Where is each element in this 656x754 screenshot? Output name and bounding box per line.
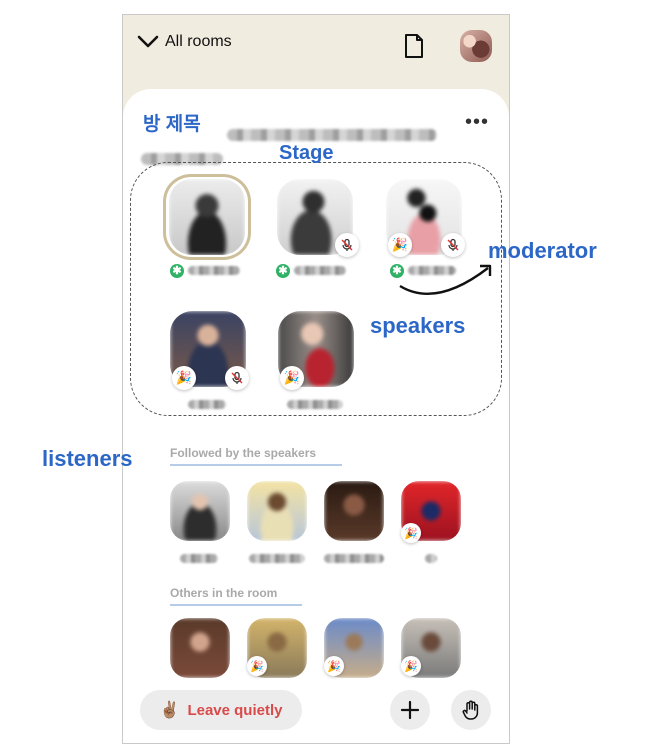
new-user-party-badge: 🎉	[401, 656, 421, 676]
more-options-icon[interactable]: •••	[465, 112, 489, 132]
mic-off-icon	[231, 371, 243, 384]
new-user-party-badge: 🎉	[324, 656, 344, 676]
listener-name-blurred	[324, 554, 384, 563]
speaker-name-blurred	[294, 266, 346, 275]
chevron-down-icon	[137, 35, 159, 48]
document-icon[interactable]	[403, 33, 425, 59]
listener-name-blurred	[180, 554, 218, 563]
new-user-party-badge: 🎉	[247, 656, 267, 676]
plus-icon	[400, 700, 420, 720]
muted-mic-badge	[335, 233, 359, 257]
new-user-party-badge: 🎉	[280, 366, 304, 390]
moderator-star-icon: ✱	[170, 264, 184, 278]
speaker-name-blurred	[188, 400, 226, 409]
listener-avatar[interactable]	[170, 481, 230, 541]
stage-annotation: Stage	[279, 142, 334, 164]
room-title-blurred	[227, 129, 437, 141]
listeners-annotation: listeners	[42, 446, 133, 471]
speaker-name-blurred	[188, 266, 240, 275]
moderator-annotation: moderator	[488, 238, 597, 263]
speaker-name-blurred	[287, 400, 343, 409]
speakers-annotation: speakers	[370, 313, 466, 338]
profile-avatar[interactable]	[460, 30, 492, 62]
leave-quietly-label: Leave quietly	[187, 701, 283, 719]
all-rooms-label: All rooms	[165, 33, 232, 50]
muted-mic-badge	[441, 233, 465, 257]
others-in-room-label: Others in the room	[170, 586, 302, 606]
listener-name-blurred	[249, 554, 305, 563]
followed-by-speakers-label: Followed by the speakers	[170, 446, 342, 466]
mic-off-icon	[341, 238, 353, 251]
top-bar: All rooms	[123, 15, 509, 85]
new-user-party-badge: 🎉	[388, 233, 412, 257]
new-user-party-badge: 🎉	[172, 366, 196, 390]
add-button[interactable]	[390, 690, 430, 730]
leave-quietly-button[interactable]: ✌🏽 Leave quietly	[140, 690, 302, 730]
listener-avatar[interactable]	[170, 618, 230, 678]
raise-hand-button[interactable]	[451, 690, 491, 730]
mic-off-icon	[447, 238, 459, 251]
muted-mic-badge	[225, 366, 249, 390]
listener-name-blurred	[425, 554, 437, 563]
new-user-party-badge: 🎉	[401, 523, 421, 543]
listener-avatar[interactable]	[324, 481, 384, 541]
moderator-star-icon: ✱	[276, 264, 290, 278]
listener-avatar[interactable]	[247, 481, 307, 541]
room-title: 방 제목	[143, 114, 201, 135]
moderator-avatar[interactable]	[169, 179, 245, 255]
peace-hand-icon: ✌🏽	[159, 702, 180, 719]
all-rooms-button[interactable]: All rooms	[137, 33, 232, 51]
raise-hand-icon	[462, 700, 479, 720]
